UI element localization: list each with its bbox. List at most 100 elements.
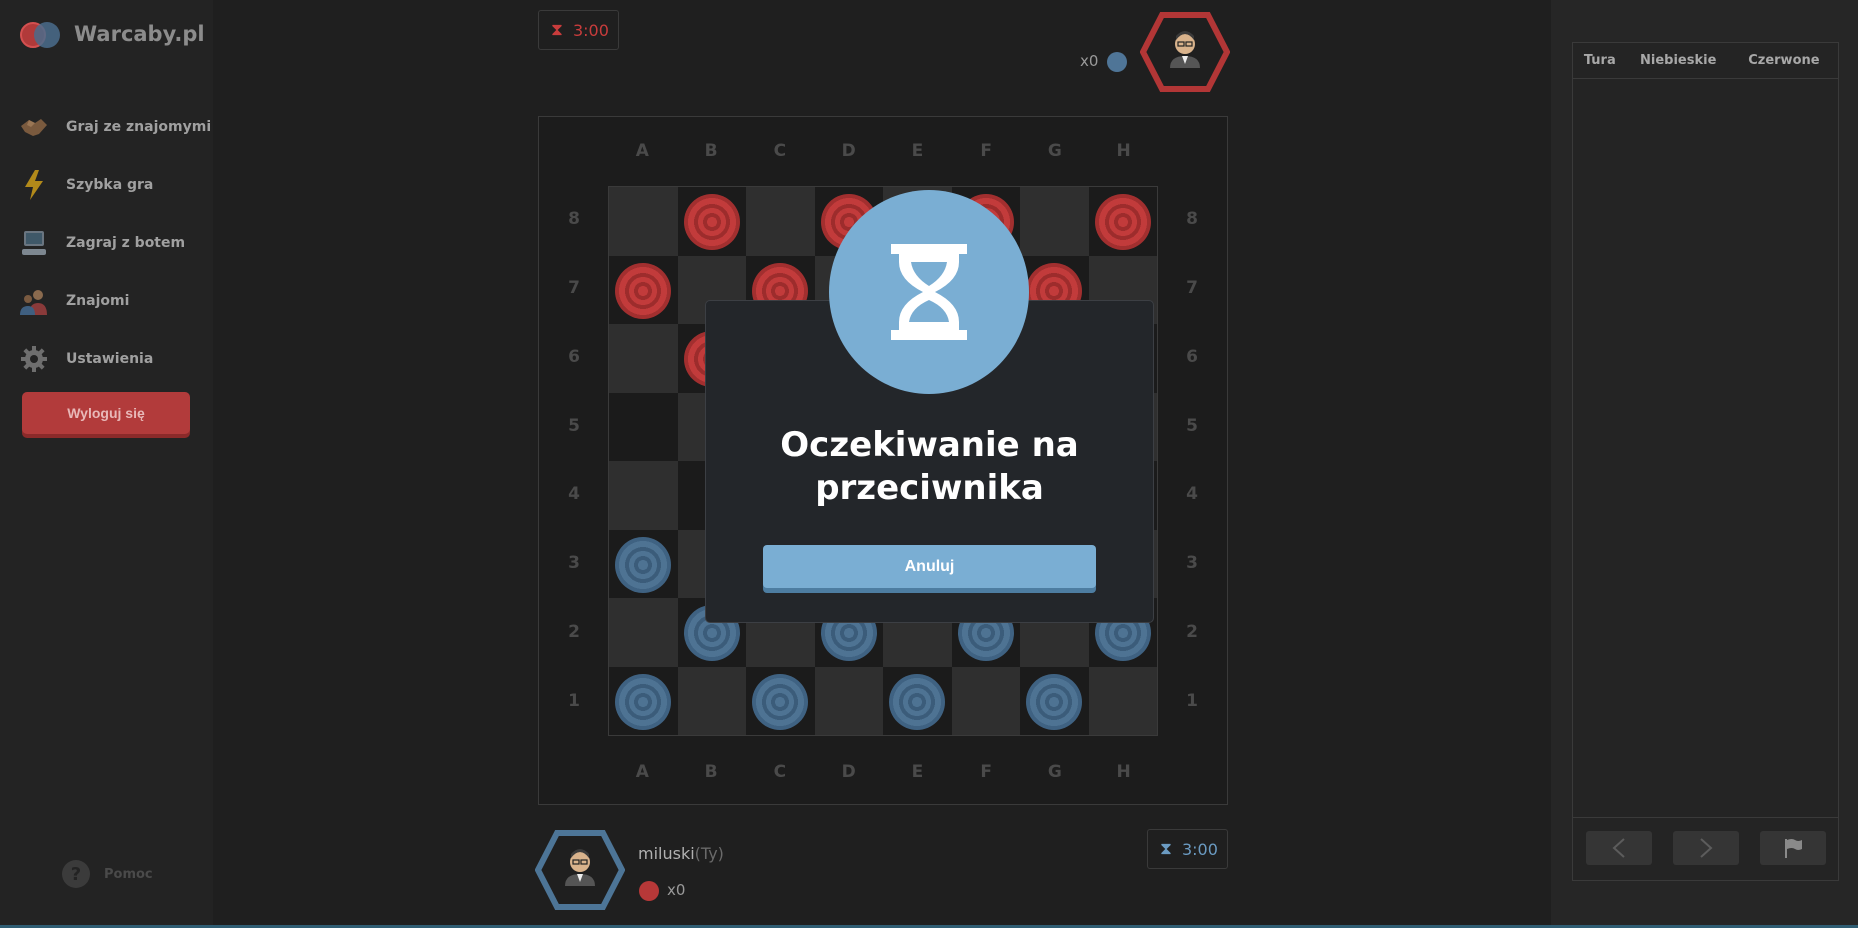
blue-checker-piece[interactable] <box>752 673 808 730</box>
modal-title-line: Oczekiwanie na <box>780 425 1079 465</box>
sidebar-item-quick-game[interactable]: Szybka gra <box>18 156 211 214</box>
red-checker-piece[interactable] <box>615 262 671 319</box>
rank-label: 6 <box>568 346 580 367</box>
moves-controls <box>1573 817 1838 880</box>
column-header-turn: Tura <box>1583 53 1616 68</box>
cancel-button[interactable]: Anuluj <box>763 545 1096 588</box>
board-square-H8[interactable] <box>1088 187 1157 256</box>
file-label: C <box>773 762 787 782</box>
file-label: H <box>1116 762 1131 782</box>
player-timer-value: 3:00 <box>1181 839 1218 859</box>
moves-table: Tura Niebieskie Czerwone <box>1572 42 1839 881</box>
modal-hourglass-badge <box>829 190 1029 394</box>
file-label: G <box>1047 141 1062 161</box>
board-square-A8[interactable] <box>609 187 678 256</box>
board-square-E1[interactable] <box>883 666 952 735</box>
player-avatar[interactable] <box>535 830 625 910</box>
opponent-captured-count: x0 <box>1080 52 1099 70</box>
help-link[interactable]: ? Pomoc <box>62 860 153 888</box>
chevron-right-icon <box>1700 838 1713 858</box>
sidebar-nav: Graj ze znajomymi Szybka gra Zagraj z bo… <box>18 98 211 388</box>
red-checker-piece[interactable] <box>1094 194 1151 250</box>
board-square-G8[interactable] <box>1020 187 1089 256</box>
handshake-icon <box>18 111 50 143</box>
opponent-piece-indicator <box>1107 52 1127 72</box>
gear-icon <box>18 343 50 375</box>
file-label: H <box>1116 141 1131 161</box>
board-square-A3[interactable] <box>609 529 678 598</box>
file-label: A <box>635 762 649 782</box>
sidebar-item-label: Zagraj z botem <box>66 235 186 251</box>
file-label: E <box>911 762 924 782</box>
logout-button[interactable]: Wyloguj się <box>22 392 190 434</box>
sidebar-item-play-bot[interactable]: Zagraj z botem <box>18 214 211 272</box>
previous-move-button[interactable] <box>1586 831 1652 865</box>
moves-table-header: Tura Niebieskie Czerwone <box>1573 43 1838 79</box>
computer-icon <box>18 227 50 259</box>
hourglass-icon: ⧗ <box>551 20 563 40</box>
rank-label: 5 <box>1186 415 1198 436</box>
blue-checker-piece[interactable] <box>1026 673 1082 730</box>
rank-label: 3 <box>1186 553 1198 574</box>
player-piece-indicator <box>639 881 659 901</box>
file-label: F <box>980 762 992 782</box>
board-square-A1[interactable] <box>609 666 678 735</box>
board-square-C1[interactable] <box>746 666 815 735</box>
rank-label: 1 <box>1186 690 1198 711</box>
rank-label: 4 <box>1186 484 1198 505</box>
file-label: B <box>704 762 718 782</box>
file-label: G <box>1047 762 1062 782</box>
sidebar-item-label: Znajomi <box>66 293 130 309</box>
board-square-G1[interactable] <box>1020 666 1089 735</box>
blue-checker-piece[interactable] <box>615 673 671 730</box>
player-username: miluski <box>638 844 695 863</box>
board-square-B1[interactable] <box>677 666 746 735</box>
opponent-timer: ⧗ 3:00 <box>538 10 619 50</box>
file-label: D <box>841 141 856 161</box>
rank-label: 5 <box>568 415 580 436</box>
board-square-A5[interactable] <box>609 392 678 461</box>
next-move-button[interactable] <box>1673 831 1739 865</box>
column-header-red: Czerwone <box>1748 53 1820 68</box>
sidebar-item-friends[interactable]: Znajomi <box>18 272 211 330</box>
logo-icon <box>20 18 60 50</box>
app-title: Warcaby.pl <box>74 22 205 46</box>
blue-checker-piece[interactable] <box>889 673 945 730</box>
file-label: B <box>704 141 718 161</box>
sidebar-item-settings[interactable]: Ustawienia <box>18 330 211 388</box>
player-name: miluski(Ty) <box>638 844 724 863</box>
sidebar-item-label: Graj ze znajomymi <box>66 119 212 135</box>
sidebar-item-label: Ustawienia <box>66 351 154 367</box>
board-square-B8[interactable] <box>677 187 746 256</box>
board-square-D1[interactable] <box>814 666 883 735</box>
rank-label: 2 <box>568 621 580 642</box>
help-label: Pomoc <box>104 866 153 882</box>
modal-title-line: przeciwnika <box>815 468 1044 508</box>
help-icon: ? <box>62 860 90 888</box>
board-square-A2[interactable] <box>609 598 678 667</box>
board-square-F1[interactable] <box>951 666 1020 735</box>
board-square-A6[interactable] <box>609 324 678 393</box>
board-square-C8[interactable] <box>746 187 815 256</box>
board-square-A7[interactable] <box>609 255 678 324</box>
rank-label: 8 <box>568 209 580 230</box>
board-square-H1[interactable] <box>1088 666 1157 735</box>
rank-label: 6 <box>1186 346 1198 367</box>
blue-checker-piece[interactable] <box>615 536 671 593</box>
file-label: E <box>911 141 924 161</box>
red-checker-piece[interactable] <box>683 194 740 250</box>
flag-icon <box>1785 839 1802 858</box>
file-label: D <box>841 762 856 782</box>
rank-label: 3 <box>568 553 580 574</box>
opponent-avatar[interactable] <box>1140 12 1230 92</box>
chevron-left-icon <box>1612 838 1625 858</box>
lightning-icon <box>18 169 50 201</box>
rank-label: 8 <box>1186 209 1198 230</box>
logo[interactable]: Warcaby.pl <box>20 16 205 52</box>
friends-icon <box>18 285 50 317</box>
sidebar-item-play-with-friends[interactable]: Graj ze znajomymi <box>18 98 211 156</box>
board-square-A4[interactable] <box>609 461 678 530</box>
column-header-blue: Niebieskie <box>1640 53 1717 68</box>
modal-title: Oczekiwanie na przeciwnika <box>705 424 1154 510</box>
surrender-button[interactable] <box>1760 831 1826 865</box>
